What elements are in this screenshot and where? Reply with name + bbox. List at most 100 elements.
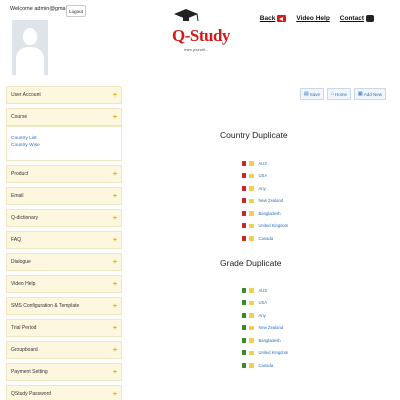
sidebar-item-label: User Account: [11, 92, 41, 98]
plus-icon: +: [112, 214, 117, 222]
home-button[interactable]: ⌂ Home: [326, 88, 351, 100]
plus-icon: +: [112, 368, 117, 376]
edit-icon[interactable]: [242, 337, 246, 343]
sidebar-item-payment-setting[interactable]: Payment Setting +: [6, 363, 122, 381]
sidebar-item-label: FAQ: [11, 237, 22, 243]
country-duplicate-title: Country Duplicate: [220, 130, 288, 140]
sidebar-item-video-help[interactable]: Video Help +: [6, 275, 122, 293]
back-label: Back: [259, 15, 276, 22]
plus-icon: +: [112, 280, 117, 288]
list-item-label[interactable]: Any: [259, 186, 266, 191]
list-item: Any: [242, 309, 288, 322]
sidebar-item-label: QStudy Password: [11, 391, 52, 397]
list-item-label[interactable]: Canada: [259, 363, 274, 368]
delete-icon[interactable]: [242, 160, 246, 166]
chat-bubble-icon: [366, 15, 374, 22]
folder-icon: [249, 288, 254, 293]
list-item-label[interactable]: Bangladesh: [259, 211, 281, 216]
plus-icon: +: [112, 91, 117, 99]
list-item-label[interactable]: Any: [259, 313, 266, 318]
edit-icon[interactable]: [242, 312, 246, 318]
plus-icon: +: [112, 346, 117, 354]
edit-icon[interactable]: [242, 362, 246, 368]
list-item-label[interactable]: Bangladesh: [259, 338, 281, 343]
video-help-link[interactable]: Video Help: [296, 15, 329, 22]
sidebar-item-label: Email: [11, 193, 24, 199]
delete-icon[interactable]: [242, 185, 246, 191]
list-item: Bangladesh: [242, 207, 288, 220]
sidebar-item-label: Dialogue: [11, 259, 31, 265]
course-submenu: Country List Country Wise: [6, 126, 122, 161]
list-item: USA: [242, 297, 288, 310]
folder-icon: [249, 350, 254, 355]
sidebar-item-user-account[interactable]: User Account +: [6, 86, 122, 104]
folder-icon: [249, 363, 254, 368]
delete-icon[interactable]: [242, 235, 246, 241]
list-item-label[interactable]: New Zealand: [259, 198, 284, 203]
list-item: AUS: [242, 284, 288, 297]
list-item-label[interactable]: United Kingdom: [259, 223, 289, 228]
delete-icon[interactable]: [242, 223, 246, 229]
add-new-button[interactable]: ▦ Add New: [354, 88, 386, 100]
folder-icon: [249, 338, 254, 343]
list-item-label[interactable]: AUS: [259, 161, 268, 166]
list-item: AUS: [242, 157, 288, 170]
sidebar-item-label: Video Help: [11, 281, 36, 287]
sidebar-item-email[interactable]: Email +: [6, 187, 122, 205]
list-item-label[interactable]: Canada: [259, 236, 274, 241]
add-new-label: Add New: [363, 91, 382, 97]
sidebar-item-sms-configuration[interactable]: SMS Configuration & Template +: [6, 297, 122, 315]
add-icon: ▦: [358, 91, 363, 97]
sidebar-item-product[interactable]: Product +: [6, 165, 122, 183]
list-item-label[interactable]: AUS: [259, 288, 268, 293]
folder-icon: [249, 223, 254, 228]
logo-tagline: learn yourself...: [184, 48, 208, 52]
list-item: United Kingdom: [242, 347, 288, 360]
logo-text: Q-Study: [172, 26, 230, 45]
folder-icon: [249, 161, 254, 166]
list-item-label[interactable]: New Zealand: [259, 325, 284, 330]
edit-icon[interactable]: [242, 350, 246, 356]
sidebar: User Account + Course + Country List Count…: [6, 86, 122, 400]
delete-icon[interactable]: [242, 173, 246, 179]
grade-list: AUS USA Any New Zealand Bangladesh Unite…: [242, 284, 288, 372]
save-button[interactable]: ▤ Save: [299, 88, 324, 100]
contact-link[interactable]: Contact: [340, 15, 374, 22]
sidebar-item-dialogue[interactable]: Dialogue +: [6, 253, 122, 271]
list-item-label[interactable]: United Kingdom: [259, 350, 289, 355]
plus-icon: +: [112, 258, 117, 266]
edit-icon[interactable]: [242, 325, 246, 331]
save-label: Save: [309, 91, 320, 97]
sidebar-item-course[interactable]: Course +: [6, 108, 122, 126]
submenu-country-list[interactable]: Country List: [11, 136, 117, 141]
toolbar: ▤ Save ⌂ Home ▦ Add New: [299, 88, 386, 100]
list-item: Bangladesh: [242, 334, 288, 347]
sidebar-item-q-dictionary[interactable]: Q-dictionary +: [6, 209, 122, 227]
logout-button[interactable]: Logout: [66, 5, 86, 17]
sidebar-item-trial-period[interactable]: Trial Period +: [6, 319, 122, 337]
list-item: New Zealand: [242, 195, 288, 208]
sidebar-item-label: Course: [11, 114, 28, 120]
edit-icon[interactable]: [242, 287, 246, 293]
plus-icon: +: [112, 113, 117, 121]
back-arrow-icon: [277, 15, 287, 22]
list-item: United Kingdom: [242, 220, 288, 233]
submenu-country-wise[interactable]: Country Wise: [11, 143, 117, 148]
back-link[interactable]: Back: [260, 15, 287, 22]
sidebar-item-label: SMS Configuration & Template: [11, 303, 80, 309]
save-icon: ▤: [303, 91, 309, 97]
plus-icon: +: [112, 324, 117, 332]
folder-icon: [249, 186, 254, 191]
sidebar-item-faq[interactable]: FAQ +: [6, 231, 122, 249]
sidebar-item-groupboard[interactable]: Groupboard +: [6, 341, 122, 359]
sidebar-item-label: Q-dictionary: [11, 215, 38, 221]
folder-icon: [249, 236, 254, 241]
list-item: New Zealand: [242, 322, 288, 335]
list-item-label[interactable]: USA: [259, 173, 268, 178]
folder-icon: [249, 300, 254, 305]
delete-icon[interactable]: [242, 210, 246, 216]
edit-icon[interactable]: [242, 300, 246, 306]
delete-icon[interactable]: [242, 198, 246, 204]
sidebar-item-qstudy-password[interactable]: QStudy Password +: [6, 385, 122, 400]
list-item-label[interactable]: USA: [259, 300, 268, 305]
